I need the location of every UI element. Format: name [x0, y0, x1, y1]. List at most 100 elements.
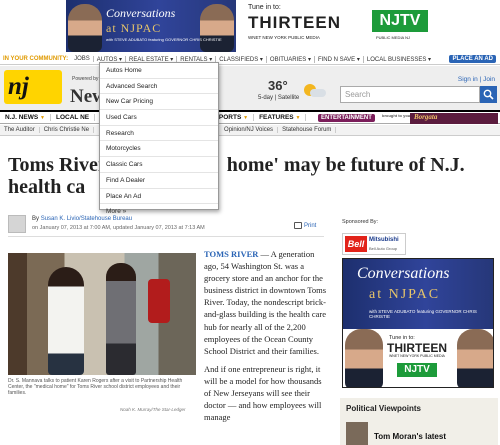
nav-nj-news[interactable]: N.J. NEWS ▼	[0, 114, 51, 121]
sidebar-wnet: WNET NEW YORK PUBLIC MEDIA	[389, 354, 445, 358]
top-banner-ad[interactable]: Conversations at NJPAC with STEVE ADUBAT…	[66, 0, 436, 52]
menu-item-place-an-ad[interactable]: Place An Ad	[100, 189, 218, 205]
byline-by: By	[32, 216, 40, 222]
menu-item-motorcycles[interactable]: Motorcycles	[100, 141, 218, 158]
chevron-down-icon: ▾	[428, 56, 432, 63]
ad-venue: at NJPAC	[106, 21, 162, 35]
place-ad-button[interactable]: PLACE AN AD	[449, 55, 496, 63]
article-dates: on January 07, 2013 at 7:00 AM, updated …	[32, 225, 205, 231]
subnav-the-auditor[interactable]: The Auditor	[0, 127, 40, 133]
doctor-figure	[48, 267, 84, 375]
printer-icon	[294, 222, 302, 229]
community-classifieds-label: CLASSIFIEDS	[219, 56, 259, 63]
community-find-n-save-label: FIND N SAVE	[317, 56, 356, 63]
menu-item-advanced-search[interactable]: Advanced Search	[100, 79, 218, 95]
menu-item-autos-home[interactable]: Autos Home	[100, 63, 218, 79]
njtv-subtext: PUBLIC MEDIA NJ	[376, 35, 411, 40]
host-photo	[345, 329, 383, 387]
community-local-businesses[interactable]: LOCAL BUSINESSES ▾	[364, 56, 434, 63]
nav-nj-news-label: N.J. NEWS	[5, 114, 39, 121]
menu-item-more[interactable]: More »	[100, 204, 218, 220]
ad-with: with STEVE ADUBATO featuring GOVERNOR CH…	[106, 37, 222, 42]
ad-title: Conversations	[106, 6, 176, 20]
print-button[interactable]: Print	[294, 222, 316, 229]
headline-part-1: Toms River	[8, 154, 107, 176]
subnav-statehouse-forum[interactable]: Statehouse Forum	[278, 127, 337, 133]
columnist-thumbnail[interactable]	[346, 422, 368, 445]
menu-item-classic-cars[interactable]: Classic Cars	[100, 157, 218, 173]
political-viewpoints-title: Political Viewpoints	[346, 404, 421, 413]
nav-local-news[interactable]: LOCAL NE	[51, 114, 96, 121]
chevron-down-icon: ▾	[307, 56, 311, 63]
search-button[interactable]	[480, 86, 497, 103]
chevron-down-icon: ▾	[259, 56, 263, 63]
main-nav: N.J. NEWS ▼ LOCAL NE H.S. SPORTS ▼ FEATU…	[0, 110, 500, 124]
latest-column-link[interactable]: Tom Moran's latest	[374, 432, 446, 441]
nj-logo[interactable]: nj	[4, 70, 62, 104]
sidebar-njtv: NJTV	[397, 363, 437, 377]
patient-figure	[106, 263, 136, 375]
article-photo[interactable]	[8, 253, 196, 375]
menu-item-more-label: More	[106, 208, 121, 216]
wnet-text: WNET NEW YORK PUBLIC MEDIA	[248, 35, 320, 40]
chevron-down-icon: ▼	[243, 115, 249, 121]
community-classifieds[interactable]: CLASSIFIEDS ▾	[216, 55, 267, 63]
tune-in-text: Tune in to:	[248, 4, 281, 11]
community-bar: IN YOUR COMMUNITY: JOBS AUTOS ▾ REAL EST…	[0, 54, 500, 65]
bell-subtext: Bell Auto Group	[369, 246, 398, 251]
borgata-logo[interactable]: Borgata	[410, 113, 498, 124]
subnav-chris-christie[interactable]: Chris Christie Ne	[40, 127, 95, 133]
forecast-links[interactable]: 5-day | Satellite	[258, 95, 299, 101]
powered-by: Powered by	[72, 76, 99, 82]
search-icon	[483, 89, 494, 100]
community-find-n-save[interactable]: FIND N SAVE ▾	[315, 55, 364, 63]
photo-credit: Noah K. Murray/The Star-Ledger	[120, 407, 186, 412]
community-local-businesses-label: LOCAL BUSINESSES	[366, 56, 427, 63]
headline-part-2: home' may be future of N.J.	[226, 154, 465, 176]
sign-in-link[interactable]: Sign in | Join	[458, 76, 495, 83]
subnav-opinion[interactable]: Opinion/NJ Voices	[220, 127, 279, 133]
njtv-logo: NJTV	[372, 10, 428, 32]
logo-text: nj	[8, 73, 29, 100]
paragraph-1: TOMS RIVER — A generation ago, 54 Washin…	[204, 248, 328, 357]
sponsored-by-label: Sponsored By:	[342, 219, 379, 225]
menu-item-research[interactable]: Research	[100, 126, 218, 142]
njpac-ad-panel: Conversations at NJPAC with STEVE ADUBAT…	[66, 0, 236, 52]
thirteen-logo: THIRTEEN	[248, 13, 341, 32]
mitsubishi-text: Mitsubishi	[369, 237, 399, 243]
governor-photo	[200, 4, 234, 52]
author-avatar[interactable]	[8, 215, 26, 233]
menu-item-new-car-pricing[interactable]: New Car Pricing	[100, 94, 218, 111]
menu-item-find-a-dealer[interactable]: Find A Dealer	[100, 173, 218, 189]
community-label: IN YOUR COMMUNITY:	[3, 56, 69, 62]
sidebar-ad-bottom: Tune in to: THIRTEEN WNET NEW YORK PUBLI…	[343, 329, 493, 387]
political-viewpoints-box: Political Viewpoints Tom Moran's latest	[340, 398, 498, 445]
sidebar-ad[interactable]: Conversations at NJPAC with STEVE ADUBAT…	[342, 258, 494, 388]
red-object	[148, 279, 170, 323]
community-jobs[interactable]: JOBS	[71, 56, 94, 62]
nav-features[interactable]: FEATURES ▼	[254, 114, 307, 121]
bell-mitsubishi-ad[interactable]: Bell Mitsubishi Bell Auto Group	[342, 233, 406, 255]
sidebar-thirteen: THIRTEEN	[387, 341, 447, 355]
partly-sunny-icon	[300, 84, 326, 98]
photo-caption: Dr. S. Mannava talks to patient Karen Ro…	[8, 378, 183, 396]
chevron-down-icon: ▼	[40, 115, 45, 121]
nav-entertainment[interactable]: ENTERTAINMENT	[318, 114, 375, 122]
autos-dropdown-menu: Autos Home Advanced Search New Car Prici…	[99, 62, 219, 215]
thirteen-ad-panel: Tune in to: THIRTEEN WNET NEW YORK PUBLI…	[236, 0, 436, 52]
article-headline: Toms River home' may be future of N.J. he…	[8, 154, 478, 198]
sidebar-ad-venue: at NJPAC	[369, 287, 441, 302]
community-obituaries[interactable]: OBITUARIES ▾	[267, 55, 315, 63]
paragraph-1-text: — A generation ago, 54 Washington St. wa…	[204, 249, 327, 356]
bell-logo: Bell	[345, 236, 367, 252]
headline-part-3: health ca	[8, 176, 86, 198]
temperature[interactable]: 36°	[268, 78, 288, 93]
chevron-right-icon: »	[122, 208, 127, 216]
dateline-link[interactable]: TOMS RIVER	[204, 249, 258, 259]
community-obituaries-label: OBITUARIES	[269, 56, 307, 63]
article-body: TOMS RIVER — A generation ago, 54 Washin…	[204, 248, 328, 423]
search-input[interactable]: Search	[340, 86, 480, 103]
host-photo	[68, 4, 102, 52]
menu-item-used-cars[interactable]: Used Cars	[100, 110, 218, 126]
sidebar-ad-with: with STEVE ADUBATO featuring GOVERNOR CH…	[369, 309, 477, 319]
